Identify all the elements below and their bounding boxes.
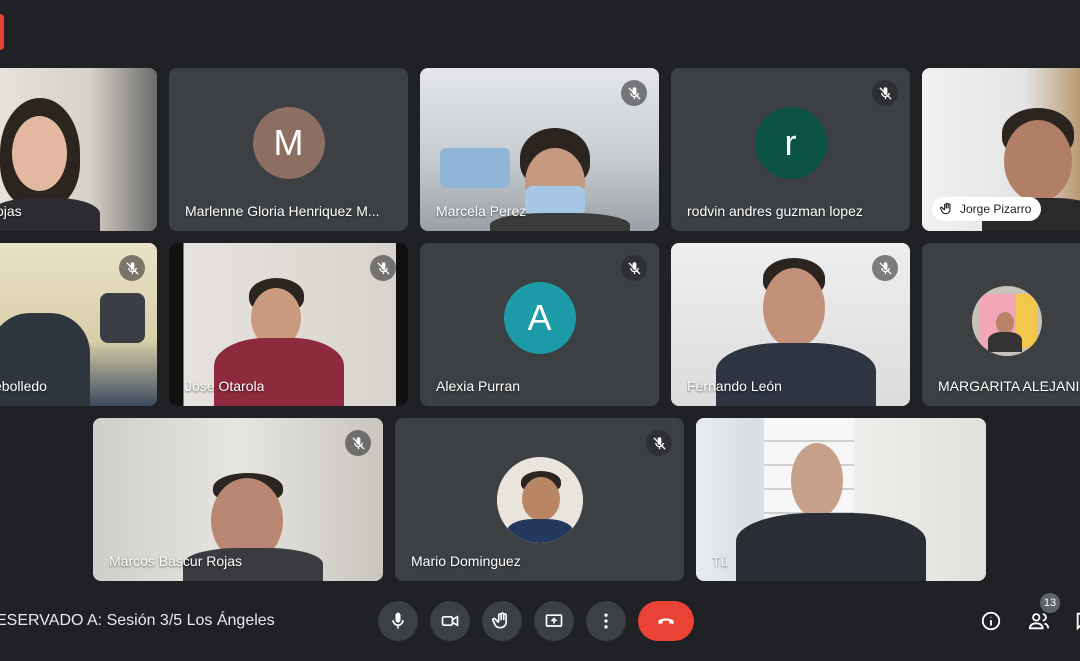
mic-off-icon <box>872 255 898 281</box>
video-camera-icon <box>441 615 459 627</box>
participant-tile[interactable]: Mario Dominguez <box>395 418 684 581</box>
avatar <box>972 286 1042 357</box>
participant-name: Marcos Bascur Rojas <box>109 553 243 569</box>
participant-name: Jorge Pizarro <box>960 202 1032 216</box>
participant-tile[interactable]: Jose Otarola <box>169 243 408 406</box>
mic-off-icon <box>646 430 672 456</box>
present-screen-icon <box>545 614 563 627</box>
end-call-button[interactable] <box>638 601 694 641</box>
avatar: A <box>503 281 576 354</box>
participant-name: ebolledo <box>0 378 47 394</box>
video-feed <box>696 418 986 581</box>
participant-tile[interactable]: M Marlenne Gloria Henriquez M... <box>169 68 408 231</box>
meeting-details-button[interactable] <box>978 608 1004 634</box>
raised-hand-icon <box>492 612 507 629</box>
participant-name: Fernando León <box>687 378 782 394</box>
raise-hand-button[interactable] <box>482 601 522 641</box>
chat-button[interactable] <box>1072 608 1080 634</box>
avatar <box>496 456 583 543</box>
mic-off-icon <box>621 80 647 106</box>
participant-tile[interactable]: Fernando León <box>671 243 910 406</box>
phone-hangup-icon <box>658 618 674 624</box>
more-vert-icon <box>604 613 608 629</box>
microphone-icon <box>392 612 404 629</box>
participant-tile[interactable]: r rodvin andres guzman lopez <box>671 68 910 231</box>
more-options-button[interactable] <box>586 601 626 641</box>
participant-name: Mario Dominguez <box>411 553 521 569</box>
mic-off-icon <box>872 80 898 106</box>
participant-tile-self[interactable]: Tú <box>696 418 986 581</box>
mic-off-icon <box>345 430 371 456</box>
participant-tile[interactable]: MARGARITA ALEJANI <box>922 243 1080 406</box>
participants-count-badge: 13 <box>1040 593 1060 613</box>
mic-off-icon <box>119 255 145 281</box>
participant-name: Marlenne Gloria Henriquez M... <box>185 203 380 219</box>
participant-name: ojas <box>0 203 22 219</box>
people-icon <box>1028 613 1050 630</box>
avatar: M <box>252 106 325 179</box>
participant-name: Alexia Purran <box>436 378 521 394</box>
participant-tile[interactable]: ojas <box>0 68 157 231</box>
participant-tile[interactable]: ebolledo <box>0 243 157 406</box>
participant-tile[interactable]: Marcela Perez <box>420 68 659 231</box>
meeting-title: ESERVADO A: Sesión 3/5 Los Ángeles <box>0 612 275 629</box>
participant-tile[interactable]: Marcos Bascur Rojas <box>93 418 383 581</box>
mic-off-icon <box>621 255 647 281</box>
raised-hand-icon <box>940 202 951 215</box>
mic-off-icon <box>370 255 396 281</box>
participant-tile-active-speaker[interactable]: Jorge Pizarro <box>922 68 1080 231</box>
microphone-button[interactable] <box>378 601 418 641</box>
video-feed <box>0 68 157 231</box>
participant-tile[interactable]: A Alexia Purran <box>420 243 659 406</box>
camera-button[interactable] <box>430 601 470 641</box>
participant-name: Tú <box>712 553 729 569</box>
raised-hand-badge: Jorge Pizarro <box>932 197 1042 221</box>
participant-name: rodvin andres guzman lopez <box>687 203 863 219</box>
participant-name: Marcela Perez <box>436 203 527 219</box>
chat-icon <box>1076 612 1080 631</box>
present-screen-button[interactable] <box>534 601 574 641</box>
participant-name: MARGARITA ALEJANI <box>938 378 1080 394</box>
participant-name: Jose Otarola <box>185 378 265 394</box>
avatar: r <box>754 106 827 179</box>
info-icon <box>981 611 1001 631</box>
recording-indicator <box>0 14 4 50</box>
